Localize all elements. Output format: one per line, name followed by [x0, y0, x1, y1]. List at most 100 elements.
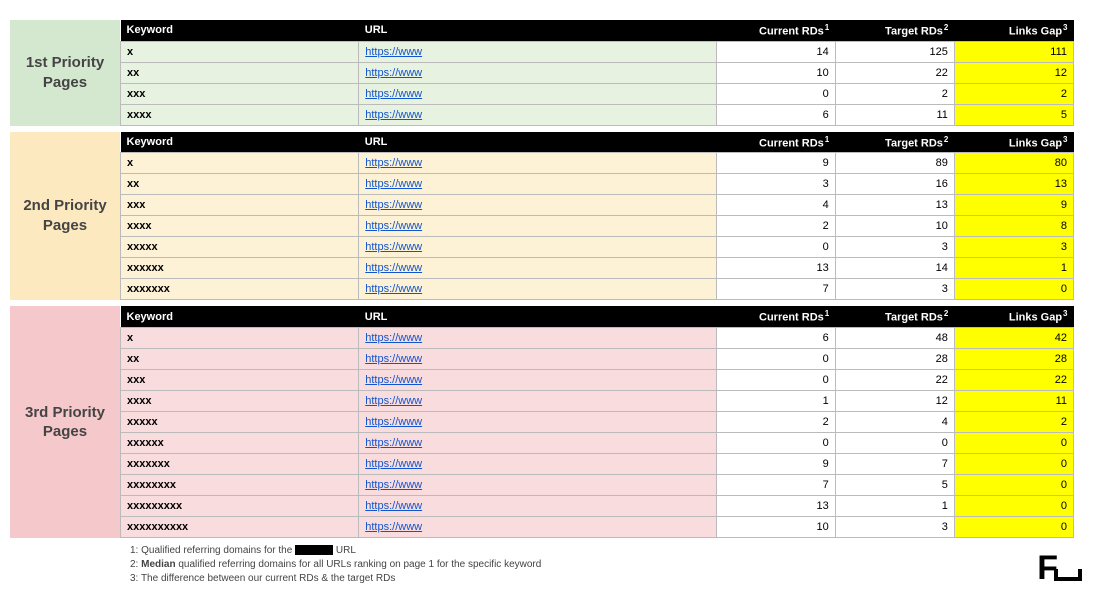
url-link[interactable]: https://www [365, 374, 422, 386]
cell-target-rds: 0 [835, 432, 954, 453]
cell-current-rds: 0 [716, 432, 835, 453]
cell-links-gap: 0 [954, 474, 1073, 495]
cell-target-rds: 3 [835, 279, 954, 300]
cell-url: https://www [359, 411, 716, 432]
header-target-rds: Target RDs2 [835, 306, 954, 327]
cell-links-gap: 1 [954, 258, 1073, 279]
cell-keyword: xxxxxx [121, 432, 359, 453]
url-link[interactable]: https://www [365, 332, 422, 344]
cell-links-gap: 11 [954, 390, 1073, 411]
url-link[interactable]: https://www [365, 395, 422, 407]
cell-current-rds: 0 [716, 83, 835, 104]
cell-keyword: xxx [121, 195, 359, 216]
cell-target-rds: 22 [835, 62, 954, 83]
cell-target-rds: 22 [835, 369, 954, 390]
url-link[interactable]: https://www [365, 220, 422, 232]
cell-keyword: x [121, 153, 359, 174]
cell-url: https://www [359, 41, 716, 62]
cell-url: https://www [359, 327, 716, 348]
cell-keyword: xxxxxxxxxx [121, 516, 359, 537]
url-link[interactable]: https://www [365, 241, 422, 253]
footnote-2: 2: Median qualified referring domains fo… [130, 558, 1074, 572]
header-url: URL [359, 306, 716, 327]
header-keyword: Keyword [121, 132, 359, 153]
url-link[interactable]: https://www [365, 67, 422, 79]
table-row: xxxxhttps://www2108 [121, 216, 1074, 237]
footnotes: 1: Qualified referring domains for the U… [130, 544, 1074, 586]
header-current-rds: Current RDs1 [716, 132, 835, 153]
cell-url: https://www [359, 369, 716, 390]
cell-current-rds: 0 [716, 348, 835, 369]
logo: F [1037, 549, 1082, 588]
table-row: xhttps://www98980 [121, 153, 1074, 174]
cell-target-rds: 28 [835, 348, 954, 369]
url-link[interactable]: https://www [365, 458, 422, 470]
cell-links-gap: 0 [954, 495, 1073, 516]
cell-keyword: xx [121, 174, 359, 195]
url-link[interactable]: https://www [365, 500, 422, 512]
section-label: 2nd Priority Pages [10, 132, 120, 301]
header-links-gap: Links Gap3 [954, 132, 1073, 153]
url-link[interactable]: https://www [365, 88, 422, 100]
table-row: xxhttps://www02828 [121, 348, 1074, 369]
cell-links-gap: 22 [954, 369, 1073, 390]
table-row: xxxhttps://www4139 [121, 195, 1074, 216]
table-row: xhttps://www14125111 [121, 41, 1074, 62]
url-link[interactable]: https://www [365, 178, 422, 190]
cell-target-rds: 2 [835, 83, 954, 104]
url-link[interactable]: https://www [365, 353, 422, 365]
cell-target-rds: 4 [835, 411, 954, 432]
table-row: xxhttps://www31613 [121, 174, 1074, 195]
url-link[interactable]: https://www [365, 416, 422, 428]
cell-target-rds: 16 [835, 174, 954, 195]
cell-keyword: xx [121, 62, 359, 83]
priority-section: 3rd Priority PagesKeywordURLCurrent RDs1… [10, 306, 1074, 538]
table-row: xxxxxxxhttps://www730 [121, 279, 1074, 300]
url-link[interactable]: https://www [365, 109, 422, 121]
url-link[interactable]: https://www [365, 437, 422, 449]
footnote-1: 1: Qualified referring domains for the U… [130, 544, 1074, 558]
cell-keyword: xxxxxxx [121, 279, 359, 300]
cell-links-gap: 111 [954, 41, 1073, 62]
cell-url: https://www [359, 62, 716, 83]
table-row: xxhttps://www102212 [121, 62, 1074, 83]
table-row: xxxxxhttps://www033 [121, 237, 1074, 258]
cell-url: https://www [359, 516, 716, 537]
cell-links-gap: 0 [954, 516, 1073, 537]
url-link[interactable]: https://www [365, 283, 422, 295]
cell-links-gap: 0 [954, 453, 1073, 474]
table-row: xhttps://www64842 [121, 327, 1074, 348]
cell-keyword: xxxxx [121, 237, 359, 258]
cell-keyword: xxxxxx [121, 258, 359, 279]
redacted-block [295, 545, 333, 555]
cell-target-rds: 10 [835, 216, 954, 237]
table-row: xxxxxxhttps://www000 [121, 432, 1074, 453]
cell-url: https://www [359, 279, 716, 300]
cell-keyword: x [121, 327, 359, 348]
url-link[interactable]: https://www [365, 157, 422, 169]
url-link[interactable]: https://www [365, 521, 422, 533]
cell-links-gap: 12 [954, 62, 1073, 83]
url-link[interactable]: https://www [365, 199, 422, 211]
url-link[interactable]: https://www [365, 46, 422, 58]
cell-url: https://www [359, 216, 716, 237]
cell-url: https://www [359, 237, 716, 258]
priority-section: 2nd Priority PagesKeywordURLCurrent RDs1… [10, 132, 1074, 301]
cell-target-rds: 13 [835, 195, 954, 216]
table-row: xxxxxxxxxhttps://www1310 [121, 495, 1074, 516]
cell-url: https://www [359, 495, 716, 516]
cell-current-rds: 10 [716, 516, 835, 537]
cell-url: https://www [359, 258, 716, 279]
header-target-rds: Target RDs2 [835, 20, 954, 41]
cell-target-rds: 3 [835, 237, 954, 258]
priority-table: KeywordURLCurrent RDs1Target RDs2Links G… [120, 132, 1074, 301]
cell-keyword: xx [121, 348, 359, 369]
header-keyword: Keyword [121, 20, 359, 41]
url-link[interactable]: https://www [365, 479, 422, 491]
cell-current-rds: 7 [716, 474, 835, 495]
url-link[interactable]: https://www [365, 262, 422, 274]
priority-section: 1st Priority PagesKeywordURLCurrent RDs1… [10, 20, 1074, 126]
cell-keyword: xxxxxxx [121, 453, 359, 474]
cell-target-rds: 12 [835, 390, 954, 411]
cell-links-gap: 42 [954, 327, 1073, 348]
